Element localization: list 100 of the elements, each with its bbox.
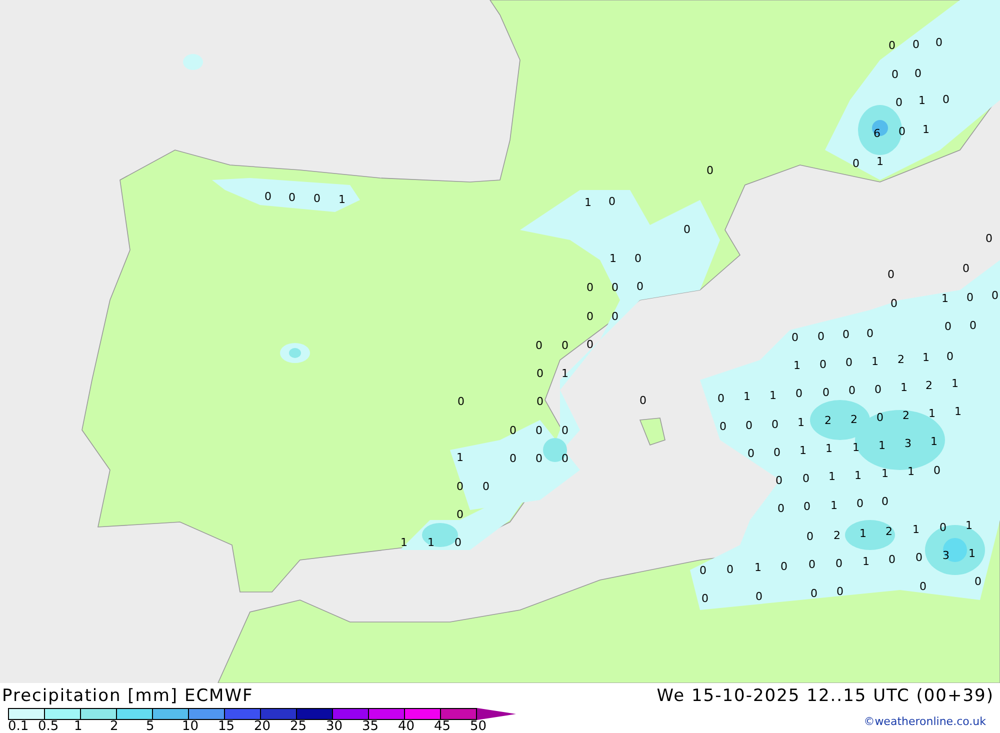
- precipitation-value: 0: [778, 502, 784, 515]
- precipitation-value: 2: [834, 529, 840, 542]
- precipitation-value: 0: [700, 564, 706, 577]
- scale-tick-label: 0.1: [8, 720, 29, 733]
- precipitation-value: 0: [986, 232, 992, 245]
- precipitation-value: 1: [968, 547, 976, 560]
- precipitation-value: 0: [808, 558, 816, 571]
- precipitation-value: 1: [798, 416, 804, 429]
- scale-tick-label: 1: [74, 720, 82, 733]
- precipitation-value: 1: [912, 523, 920, 536]
- precipitation-value: 0: [612, 310, 618, 323]
- precipitation-value: 1: [800, 444, 806, 457]
- precipitation-value: 0: [748, 447, 754, 460]
- scale-tick-label: 45: [434, 720, 451, 733]
- precipitation-value: 0: [970, 319, 976, 332]
- precipitation-value: 0: [636, 280, 644, 293]
- precipitation-value: 0: [482, 480, 490, 493]
- precipitation-value: 1: [610, 252, 616, 265]
- precipitation-value: 0: [720, 420, 726, 433]
- scale-tick-label: 5: [146, 720, 154, 733]
- precipitation-value: 3: [904, 437, 912, 450]
- precipitation-value: 0: [940, 521, 946, 534]
- precipitation-value: 0: [852, 157, 860, 170]
- precipitation-value: 0: [888, 268, 894, 281]
- precipitation-value: 0: [562, 452, 568, 465]
- precipitation-value: 1: [828, 470, 836, 483]
- precipitation-value: 0: [562, 424, 568, 437]
- legend-title: Precipitation [mm] ECMWF: [2, 686, 254, 706]
- precipitation-value: 0: [510, 452, 516, 465]
- precipitation-value: 1: [872, 355, 878, 368]
- precipitation-value: 0: [934, 464, 940, 477]
- precipitation-value: 6: [874, 127, 880, 140]
- scale-tick-label: 25: [290, 720, 307, 733]
- precipitation-value: 0: [898, 125, 906, 138]
- precipitation-value: 0: [820, 358, 826, 371]
- scale-tick-label: 10: [182, 720, 199, 733]
- precipitation-value: 0: [796, 387, 802, 400]
- scale-arrow: [477, 708, 516, 720]
- precipitation-value: 0: [586, 310, 594, 323]
- precipitation-value: 0: [776, 474, 782, 487]
- precipitation-value: 0: [944, 320, 952, 333]
- scale-tick-label: 40: [398, 720, 415, 733]
- precipitation-value: 1: [918, 94, 926, 107]
- precipitation-value: 1: [876, 155, 884, 168]
- precipitation-value: 1: [882, 467, 888, 480]
- scale-tick-label: 50: [470, 720, 487, 733]
- precipitation-value: 0: [456, 480, 464, 493]
- precipitation-value: 0: [916, 551, 922, 564]
- precipitation-value: 1: [830, 499, 838, 512]
- precipitation-value: 0: [792, 331, 798, 344]
- precipitation-value: 0: [634, 252, 642, 265]
- precipitation-value: 0: [856, 497, 864, 510]
- precipitation-value: 1: [930, 435, 938, 448]
- scale-tick-label: 15: [218, 720, 235, 733]
- precipitation-value: 0: [896, 96, 902, 109]
- precipitation-value: 0: [640, 394, 646, 407]
- precipitation-value: 2: [886, 525, 892, 538]
- precipitation-value: 1: [908, 465, 914, 478]
- precipitation-value: 0: [846, 356, 852, 369]
- precipitation-value: 1: [744, 390, 750, 403]
- precipitation-value: 0: [702, 592, 708, 605]
- precipitation-value: 0: [456, 508, 464, 521]
- precipitation-value: 0: [836, 557, 842, 570]
- precipitation-value: 1: [966, 519, 972, 532]
- precipitation-value: 0: [914, 67, 922, 80]
- precipitation-value: 2: [926, 379, 932, 392]
- precipitation-value: 0: [454, 536, 462, 549]
- precipitation-value: 0: [936, 36, 942, 49]
- precipitation-value: 0: [974, 575, 982, 588]
- precipitation-value: 0: [920, 580, 926, 593]
- precipitation-value: 0: [874, 383, 882, 396]
- precipitation-value: 1: [754, 561, 762, 574]
- precipitation-value: 0: [892, 68, 898, 81]
- precipitation-value: 0: [966, 291, 974, 304]
- precipitation-value: 0: [804, 500, 810, 513]
- valid-time: We 15-10-2025 12..15 UTC (00+39): [656, 686, 994, 706]
- precipitation-value: 0: [848, 384, 856, 397]
- precipitation-value: 0: [746, 419, 752, 432]
- precipitation-value: 0: [458, 395, 464, 408]
- precipitation-value: 1: [428, 536, 434, 549]
- precipitation-value: 1: [562, 367, 568, 380]
- precipitation-value: 1: [770, 389, 776, 402]
- precipitation-value: 0: [706, 164, 714, 177]
- precipitation-value: 0: [314, 192, 320, 205]
- precipitation-value: 0: [842, 328, 850, 341]
- credit-link[interactable]: ©weatheronline.co.uk: [864, 715, 986, 728]
- precipitation-value: 0: [992, 289, 998, 302]
- precipitation-value: 0: [586, 338, 594, 351]
- precipitation-value: 0: [942, 93, 950, 106]
- precipitation-value: 0: [772, 418, 778, 431]
- precipitation-value: 0: [756, 590, 762, 603]
- precipitation-value: 1: [922, 351, 930, 364]
- precipitation-value: 1: [954, 405, 962, 418]
- precipitation-value: 1: [584, 196, 592, 209]
- precipitation-value: 1: [862, 555, 870, 568]
- precipitation-value: 0: [684, 223, 690, 236]
- precipitation-value: 1: [338, 193, 346, 206]
- precipitation-value: 1: [900, 381, 908, 394]
- precipitation-value: 0: [612, 281, 618, 294]
- precipitation-value: 0: [536, 424, 542, 437]
